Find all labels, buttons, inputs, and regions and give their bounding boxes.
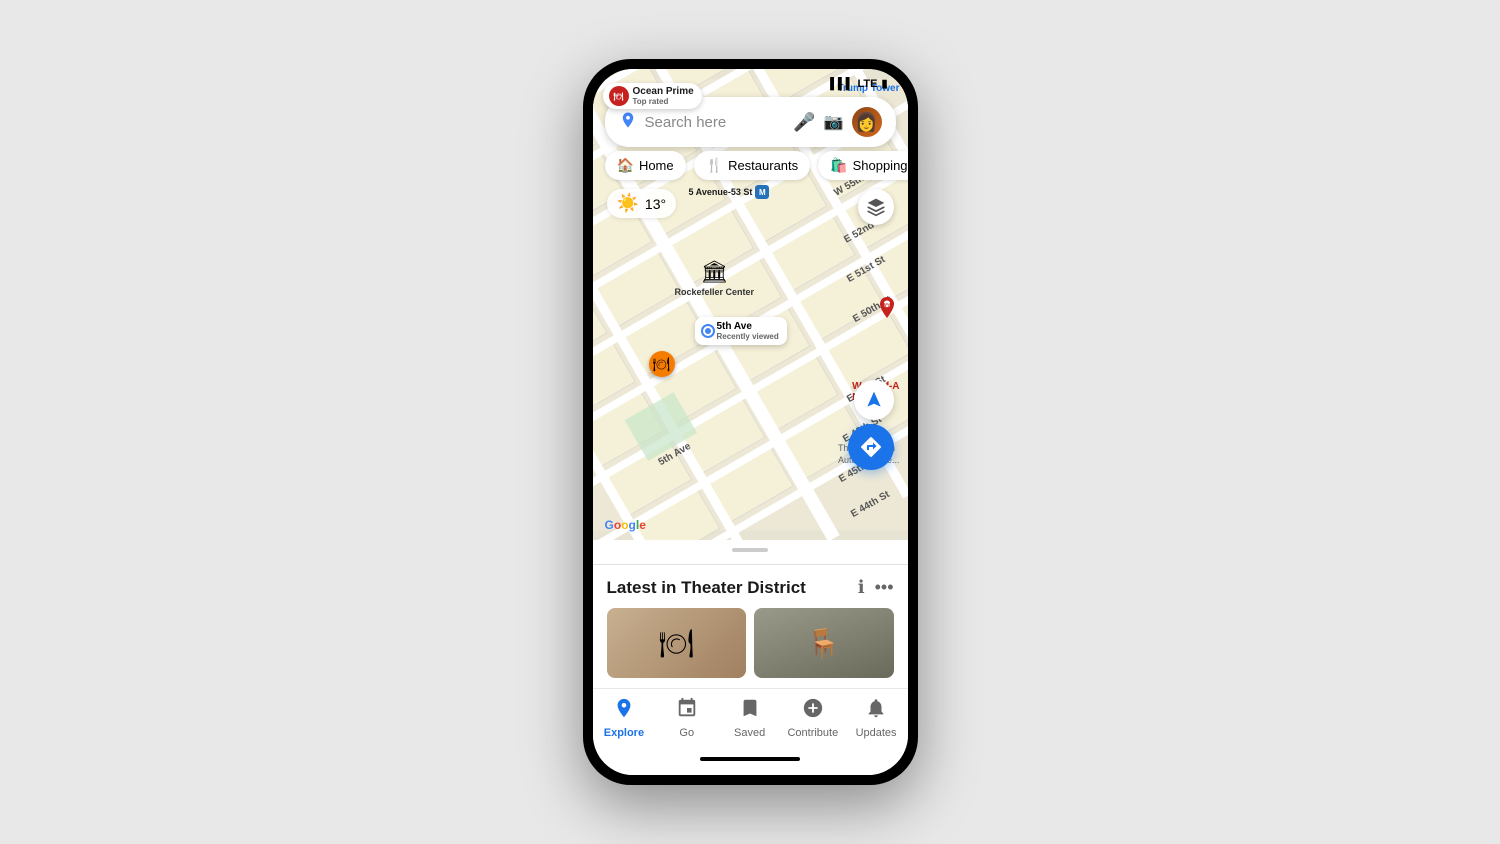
- food-image: 🍽: [607, 608, 747, 678]
- saved-icon: [739, 697, 761, 725]
- go-label: Go: [679, 727, 694, 739]
- go-icon: [676, 697, 698, 725]
- nav-saved[interactable]: Saved: [725, 697, 775, 739]
- nav-contribute[interactable]: Contribute: [787, 697, 838, 739]
- subway-station: 5 Avenue-53 St M: [689, 185, 770, 199]
- rockefeller-marker[interactable]: 🏛 Rockefeller Center: [675, 259, 755, 297]
- navigation-button[interactable]: [854, 380, 894, 420]
- ocean-prime-tag: Top rated: [633, 97, 694, 106]
- chip-restaurants-label: Restaurants: [728, 158, 798, 173]
- mic-icon[interactable]: 🎤: [793, 112, 815, 133]
- status-icons: ▌▌▌ LTE ▮: [830, 77, 887, 90]
- explore-label: Explore: [604, 727, 644, 739]
- chip-shopping[interactable]: 🛍️ Shopping: [818, 151, 907, 180]
- restaurants-chip-icon: 🍴: [706, 157, 723, 174]
- signal-icon: ▌▌▌: [830, 78, 853, 90]
- filter-chips: 🏠 Home 🍴 Restaurants 🛍️ Shopping ⊡: [605, 151, 896, 180]
- panel-actions: ℹ •••: [858, 577, 894, 598]
- photo-thumb-2[interactable]: 🪑: [754, 608, 894, 678]
- fifth-ave-popup[interactable]: 5th Ave Recently viewed: [695, 317, 787, 345]
- panel-header: Latest in Theater District ℹ •••: [607, 577, 894, 598]
- updates-label: Updates: [856, 727, 897, 739]
- updates-icon: [865, 697, 887, 725]
- google-watermark: Google: [605, 518, 646, 532]
- rockefeller-label: Rockefeller Center: [675, 287, 755, 297]
- home-indicator-area: [593, 753, 908, 775]
- bottom-nav: Explore Go Saved: [593, 688, 908, 753]
- weather-temp: 13°: [645, 196, 666, 212]
- subway-label: 5 Avenue-53 St: [689, 187, 753, 197]
- fifth-ave-label: 5th Ave: [717, 321, 779, 332]
- directions-button[interactable]: [848, 424, 894, 470]
- network-label: LTE: [857, 78, 877, 90]
- weather-icon: ☀️: [617, 193, 639, 214]
- photo-thumb-1[interactable]: 🍽: [607, 608, 747, 678]
- drag-handle: [732, 548, 768, 552]
- chip-home-label: Home: [639, 158, 674, 173]
- layer-button[interactable]: [858, 189, 894, 225]
- status-bar: ▌▌▌ LTE ▮: [593, 69, 908, 94]
- bottom-panel: Latest in Theater District ℹ ••• 🍽 🪑: [593, 564, 908, 688]
- phone-screen: ▌▌▌ LTE ▮ 🍽 Ocean Prime Top rated Trump …: [593, 69, 908, 775]
- nav-explore[interactable]: Explore: [599, 697, 649, 739]
- info-button[interactable]: ℹ: [858, 577, 865, 598]
- chip-restaurants[interactable]: 🍴 Restaurants: [694, 151, 811, 180]
- saved-label: Saved: [734, 727, 765, 739]
- nav-updates[interactable]: Updates: [851, 697, 901, 739]
- nav-go[interactable]: Go: [662, 697, 712, 739]
- interior-image: 🪑: [754, 608, 894, 678]
- weather-badge: ☀️ 13°: [607, 189, 677, 218]
- search-input[interactable]: Search here: [645, 114, 786, 131]
- explore-icon: [613, 697, 635, 725]
- location-dot: [703, 326, 713, 336]
- contribute-label: Contribute: [787, 727, 838, 739]
- chip-shopping-label: Shopping: [853, 158, 908, 173]
- contribute-icon: [802, 697, 824, 725]
- photo-row: 🍽 🪑: [607, 608, 894, 688]
- camera-icon[interactable]: 📷: [824, 112, 844, 132]
- maps-pin-icon: [619, 111, 637, 134]
- phone-shell: ▌▌▌ LTE ▮ 🍽 Ocean Prime Top rated Trump …: [583, 59, 918, 785]
- home-indicator: [700, 757, 800, 761]
- user-avatar[interactable]: 👩: [852, 107, 882, 137]
- shopping-chip-icon: 🛍️: [830, 157, 847, 174]
- red-pin-marker[interactable]: 🍽: [876, 297, 898, 331]
- map-area[interactable]: ▌▌▌ LTE ▮ 🍽 Ocean Prime Top rated Trump …: [593, 69, 908, 540]
- chip-home[interactable]: 🏠 Home: [605, 151, 686, 180]
- svg-text:🍽: 🍽: [883, 302, 891, 310]
- subway-icon: M: [755, 185, 769, 199]
- battery-icon: ▮: [881, 77, 887, 90]
- panel-title: Latest in Theater District: [607, 578, 806, 598]
- home-chip-icon: 🏠: [617, 157, 634, 174]
- food-marker[interactable]: 🍽: [649, 351, 675, 377]
- more-button[interactable]: •••: [875, 577, 894, 598]
- recently-viewed-label: Recently viewed: [717, 332, 779, 341]
